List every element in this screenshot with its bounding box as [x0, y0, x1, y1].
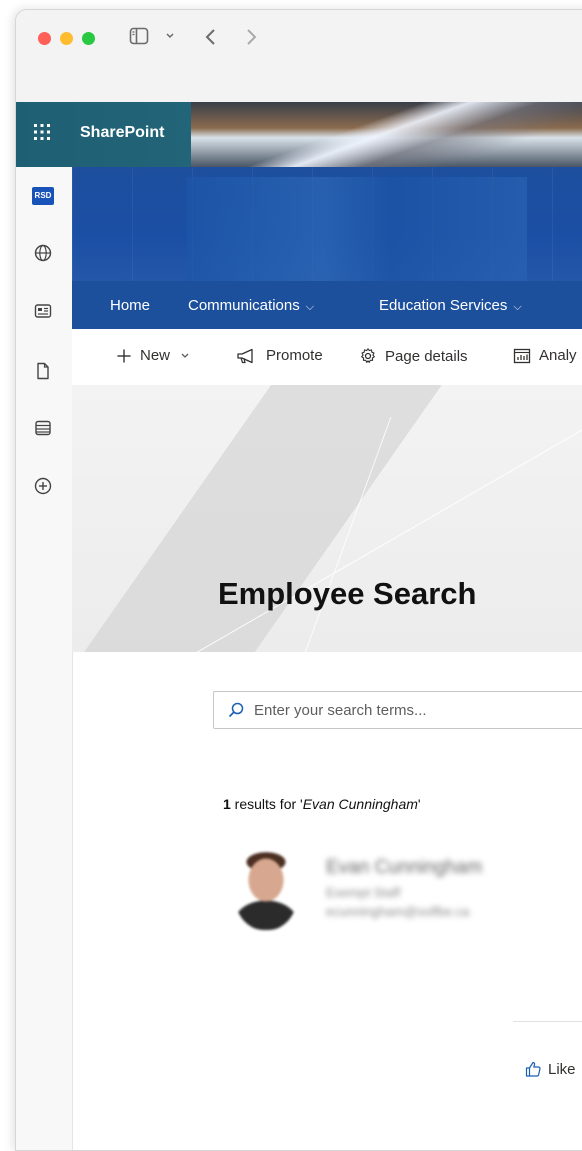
nav-item-home[interactable]: Home — [110, 297, 150, 314]
sidebar-icon[interactable] — [129, 27, 149, 45]
avatar[interactable] — [234, 850, 298, 930]
back-icon[interactable] — [204, 27, 218, 47]
person-name[interactable]: Evan Cunningham — [326, 857, 482, 879]
command-bar: New Promote Page details Analy — [72, 329, 582, 386]
page-title-banner: Employee Search — [72, 385, 582, 652]
globe-icon[interactable] — [33, 243, 53, 263]
forward-icon[interactable] — [244, 27, 258, 47]
nav-item-communications[interactable]: Communications ⌵ — [188, 297, 314, 314]
analytics-button[interactable]: Analy — [513, 347, 577, 364]
news-icon[interactable] — [33, 301, 53, 321]
search-box[interactable] — [213, 691, 582, 729]
new-button[interactable]: New — [116, 347, 190, 364]
plus-icon — [117, 349, 131, 362]
list-icon[interactable] — [33, 418, 53, 438]
analytics-label: Analy — [539, 347, 577, 364]
add-icon[interactable] — [33, 476, 53, 496]
site-logo[interactable]: RSD — [32, 187, 54, 205]
divider — [513, 1021, 582, 1022]
like-label: Like — [548, 1060, 576, 1078]
chevron-down-icon[interactable] — [165, 32, 175, 40]
page-title: Employee Search — [218, 576, 477, 611]
new-label: New — [140, 347, 171, 364]
app-launcher-icon[interactable] — [32, 122, 52, 142]
document-icon[interactable] — [33, 361, 53, 381]
maximize-window-button[interactable] — [82, 32, 95, 45]
nav-item-education-services[interactable]: Education Services ⌵ — [379, 297, 522, 314]
banner-image — [191, 102, 582, 167]
site-header-banner — [72, 167, 582, 281]
banner-building-image — [187, 177, 527, 281]
results-text-end: ' — [417, 796, 421, 812]
nav-item-label: Home — [110, 297, 151, 314]
suite-bar: SharePoint — [16, 102, 582, 167]
promote-label: Promote — [266, 347, 323, 364]
browser-titlebar — [16, 10, 582, 103]
results-summary: 1 results for 'Evan Cunningham' — [223, 796, 421, 812]
site-navigation: Home Communications ⌵ Education Services ⌵ — [72, 281, 582, 329]
chevron-down-icon — [181, 353, 189, 358]
results-text: results for ' — [230, 796, 303, 812]
results-count: 1 — [223, 796, 231, 812]
chevron-down-icon: ⌵ — [513, 301, 522, 313]
page-details-button[interactable]: Page details — [359, 347, 468, 365]
chart-icon — [513, 348, 531, 363]
app-name[interactable]: SharePoint — [80, 124, 164, 142]
search-input[interactable] — [252, 699, 582, 721]
page-details-label: Page details — [385, 347, 468, 365]
megaphone-icon — [237, 348, 253, 363]
person-email[interactable]: ecunningham@solfbe.ca — [326, 904, 469, 919]
search-icon — [228, 702, 244, 718]
gear-icon — [361, 348, 375, 363]
like-button[interactable]: Like — [524, 1060, 576, 1078]
close-window-button[interactable] — [38, 32, 51, 45]
left-rail: RSD — [16, 167, 73, 1150]
promote-button[interactable]: Promote — [236, 347, 323, 364]
nav-item-label: Education Services — [379, 297, 508, 314]
results-query: Evan Cunningham — [302, 796, 418, 812]
decorative-line — [253, 416, 392, 652]
browser-window: SharePoint RSD Home Communications ⌵ Edu… — [15, 9, 582, 1151]
person-title: Exempt Staff — [326, 885, 401, 900]
chevron-down-icon: ⌵ — [305, 301, 315, 313]
nav-item-label: Communications — [188, 297, 300, 314]
minimize-window-button[interactable] — [60, 32, 73, 45]
thumbs-up-icon — [525, 1061, 541, 1077]
